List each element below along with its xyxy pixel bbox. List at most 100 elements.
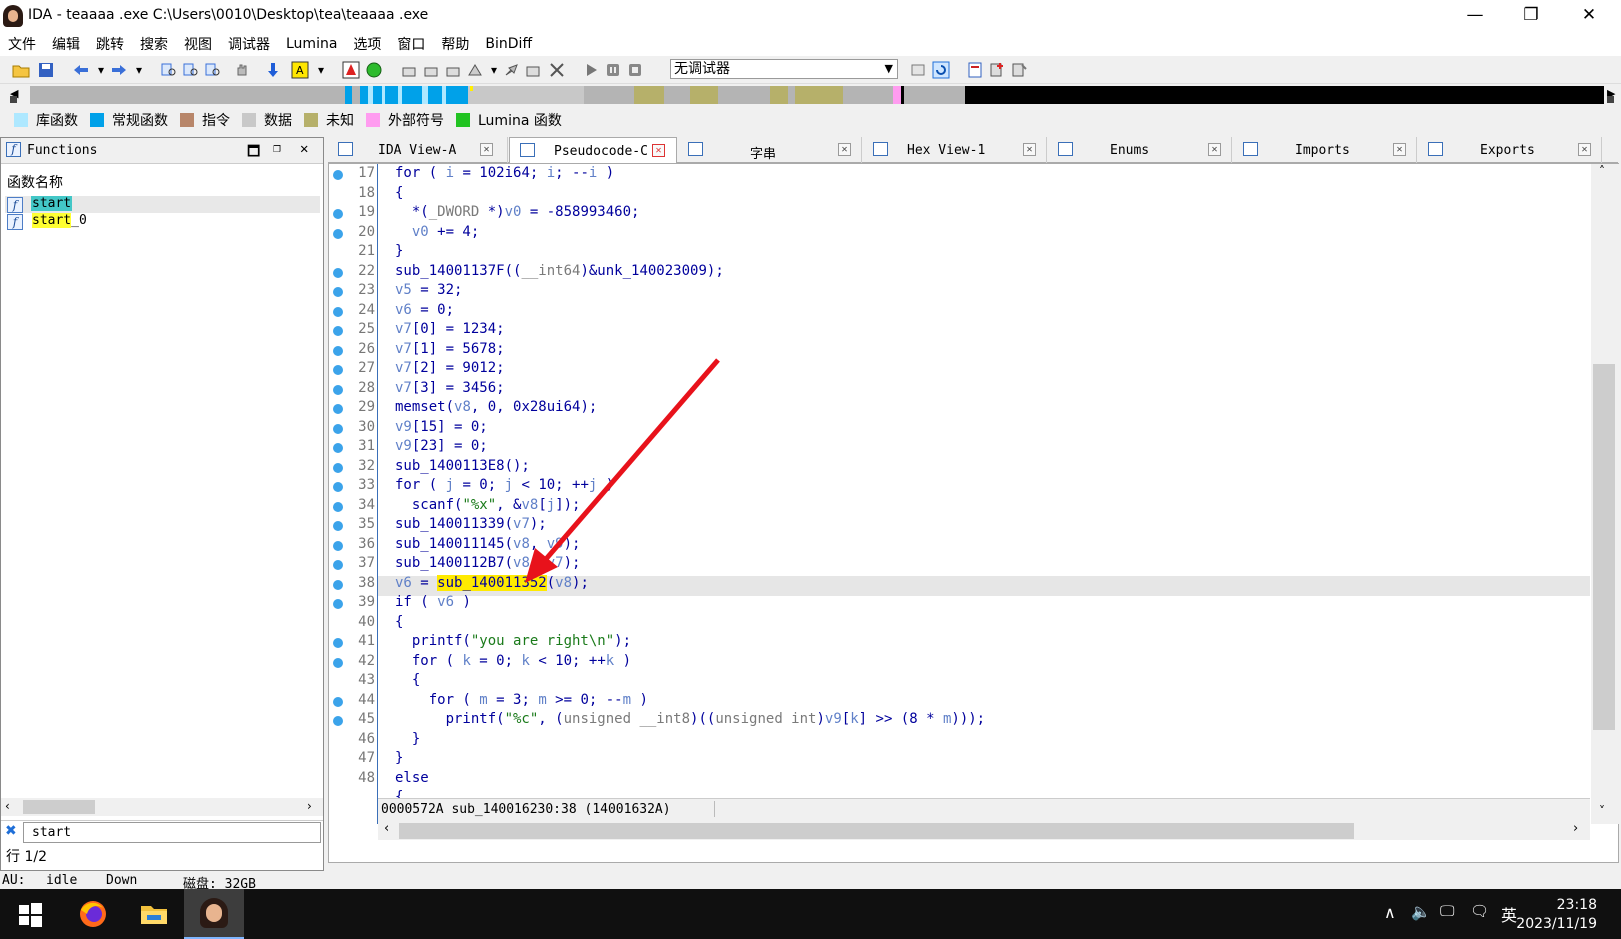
breakpoint-dot-icon[interactable] [333,696,343,707]
pin-icon[interactable] [502,61,520,79]
code-line[interactable]: sub_14001137F((__int64)&unk_140023009); [395,261,724,281]
attach-icon[interactable] [910,61,928,79]
code-line[interactable]: v7[1] = 5678; [395,339,505,359]
code-line[interactable]: for ( i = 102i64; i; --i ) [395,163,614,183]
code-line[interactable]: { [395,612,403,632]
code-line[interactable]: v9[23] = 0; [395,436,488,456]
tab-strings[interactable]: 字串 ✕ [678,137,862,163]
code-line[interactable]: printf("%c", (unsigned __int8)((unsigned… [395,709,986,729]
tab-close-icon[interactable]: ✕ [838,143,851,156]
breakpoint-dot-icon[interactable] [333,345,343,356]
graph-icon[interactable] [342,61,360,79]
code-line[interactable]: v7[2] = 9012; [395,358,505,378]
immediate-search-icon[interactable] [204,61,222,79]
plugin-icon[interactable] [988,61,1006,79]
menu-bindiff[interactable]: BinDiff [485,36,532,52]
functions-horizontal-scrollbar[interactable]: ‹ › [1,798,323,816]
tab-close-icon[interactable]: ✕ [1578,143,1591,156]
scroll-left-icon[interactable]: ‹ [5,799,10,813]
stop-icon[interactable] [626,61,644,79]
volume-icon[interactable]: 🔈 [1411,902,1431,921]
code-line[interactable]: v9[15] = 0; [395,417,488,437]
menu-options[interactable]: 选项 [353,34,381,54]
scroll-down-icon[interactable]: ˅ [1599,804,1605,818]
refresh-icon[interactable] [932,61,950,79]
pseudocode-view[interactable]: 17 18 19 20 21 22 23 24 25 26 27 28 29 30 31 32 33 34 35 36… [328,163,1619,863]
breakpoint-dot-icon[interactable] [333,716,343,726]
tab-imports[interactable]: Imports ✕ [1233,137,1417,163]
tab-hex-view-1[interactable]: Hex View-1 ✕ [863,137,1047,163]
code-line[interactable]: for ( k = 0; k < 10; ++k ) [395,651,631,671]
forward-arrow-icon[interactable] [110,61,128,79]
debugger-select[interactable]: 无调试器 ▼ [670,59,898,79]
open-file-icon[interactable] [12,61,30,79]
code-line[interactable]: sub_140011145(v8, v9); [395,534,580,554]
breakpoint-dot-icon[interactable] [333,638,343,648]
patch-icon[interactable] [524,61,542,79]
function-row[interactable]: f start_0 [5,213,320,230]
function-name-column-header[interactable]: 函数名称 [7,172,63,192]
code-line[interactable]: v7[3] = 3456; [395,378,505,398]
code-line[interactable]: *(_DWORD *)v0 = -858993460; [395,202,640,222]
back-dropdown-icon[interactable]: ▾ [92,61,110,79]
breakpoint-dot-icon[interactable] [333,579,343,590]
breakpoint-dot-icon[interactable] [333,228,343,239]
windows-start-icon[interactable] [14,898,46,930]
horizontal-scroll-thumb[interactable] [399,823,1354,839]
breakpoint-dot-icon[interactable] [333,209,343,219]
text-view-dropdown-icon[interactable]: ▾ [312,61,330,79]
tab-ida-view-a[interactable]: IDA View-A ✕ [328,137,508,163]
breakpoint-dot-icon[interactable] [333,287,343,297]
breakpoint-dot-icon[interactable] [333,365,343,375]
breakpoint-dot-icon[interactable] [333,599,343,609]
struct-icon[interactable] [466,61,484,79]
text-view-icon[interactable]: A [291,61,309,79]
tab-close-icon[interactable]: ✕ [652,144,665,157]
code-line[interactable]: scanf("%x", &v8[j]); [395,495,581,515]
code-line[interactable]: v0 += 4; [395,222,479,242]
function-filter-input[interactable]: start [23,822,321,843]
tab-close-icon[interactable]: ✕ [480,143,493,156]
clock[interactable]: 23:18 2023/11/19 [1516,896,1597,934]
input-method-indicator[interactable]: 英 [1501,902,1517,926]
code-line[interactable]: if ( v6 ) [395,592,471,612]
panel-float-icon[interactable]: ❐ [273,141,281,156]
tab-enums[interactable]: Enums ✕ [1048,137,1232,163]
tab-close-icon[interactable]: ✕ [1393,143,1406,156]
breakpoint-dot-icon[interactable] [333,462,343,473]
code-line[interactable]: { [395,183,403,203]
breakpoint-dot-icon[interactable] [333,306,343,317]
code-line[interactable]: printf("you are right\n"); [395,631,631,651]
code-line[interactable]: v6 = sub_140011352(v8); [395,573,589,593]
data-tool-icon[interactable] [422,61,440,79]
binary-search-icon[interactable] [160,61,178,79]
code-tool-icon[interactable] [400,61,418,79]
breakpoint-dot-icon[interactable] [333,482,343,492]
breakpoint-dot-icon[interactable] [333,384,343,395]
scroll-right-icon[interactable]: › [1573,821,1578,836]
code-line[interactable]: for ( j = 0; j < 10; ++j ) [395,475,614,495]
breakpoint-dot-icon[interactable] [333,540,343,551]
back-arrow-icon[interactable] [72,61,90,79]
green-circle-icon[interactable] [365,61,383,79]
menu-edit[interactable]: 编辑 [52,34,80,54]
code-line[interactable]: memset(v8, 0, 0x28ui64); [395,397,597,417]
navigation-map[interactable] [30,86,1604,104]
text-search-icon[interactable] [182,61,200,79]
delete-icon[interactable] [548,61,566,79]
network-icon[interactable]: 🖵 [1440,902,1454,920]
breakpoint-dot-icon[interactable] [333,657,343,668]
clear-filter-icon[interactable]: ✖ [5,823,17,839]
ida-taskbar-button[interactable] [184,889,244,939]
scroll-up-icon[interactable]: ˄ [1599,164,1605,178]
menu-lumina[interactable]: Lumina [286,36,337,52]
code-line[interactable]: sub_140011339(v7); [395,514,547,534]
scroll-right-icon[interactable]: › [307,799,312,813]
menu-file[interactable]: 文件 [8,34,36,54]
report-icon[interactable] [966,61,984,79]
breakpoint-dot-icon[interactable] [333,170,343,180]
maximize-button[interactable]: ❐ [1508,0,1554,30]
save-icon[interactable] [37,61,55,79]
tools-icon[interactable] [1010,61,1028,79]
code-line[interactable]: v5 = 32; [395,280,462,300]
